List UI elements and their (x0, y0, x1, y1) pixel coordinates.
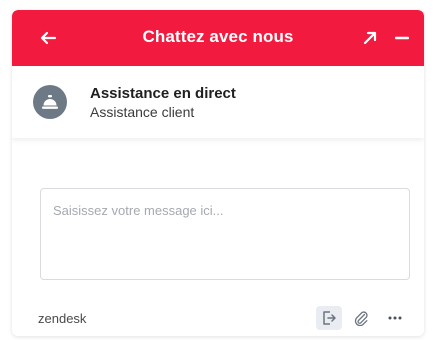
arrow-up-right-icon (363, 31, 377, 45)
popout-button[interactable] (356, 24, 384, 52)
agent-name: Assistance en direct (90, 85, 236, 102)
service-bell-icon (42, 95, 58, 109)
message-input[interactable] (41, 189, 409, 279)
avatar (33, 85, 67, 119)
agent-bar: Assistance en direct Assistance client (12, 66, 424, 138)
minimize-button[interactable] (388, 24, 416, 52)
end-chat-icon (323, 311, 336, 325)
chat-header: Chattez avec nous (12, 10, 424, 66)
message-composer (40, 188, 410, 280)
chat-widget: Chattez avec nous Assistance en direct A… (12, 10, 424, 336)
attach-button[interactable] (348, 306, 374, 330)
minus-icon (395, 36, 409, 40)
more-options-button[interactable] (382, 306, 408, 330)
paperclip-icon (354, 311, 368, 326)
more-horizontal-icon (388, 316, 402, 320)
agent-role: Assistance client (90, 104, 195, 120)
end-chat-button[interactable] (316, 306, 342, 330)
zendesk-brand: zendesk (38, 311, 87, 326)
